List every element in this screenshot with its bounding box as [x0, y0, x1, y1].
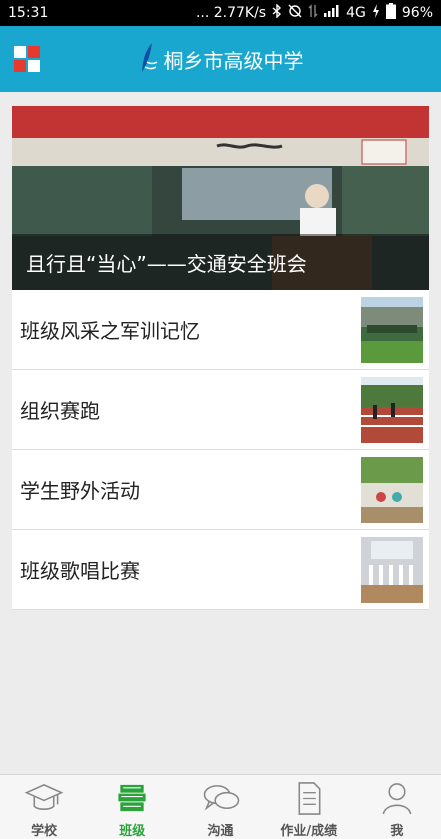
list-item[interactable]: 组织赛跑 [12, 370, 429, 450]
list-item[interactable]: 学生野外活动 [12, 450, 429, 530]
tab-communication-label: 沟通 [207, 824, 234, 839]
featured-article-title: 且行且“当心”——交通安全班会 [12, 234, 429, 290]
page-title: 桐乡市高级中学 [163, 48, 304, 73]
signal-icon [324, 5, 340, 21]
app-header: 桐乡市高级中学 [0, 26, 441, 92]
tab-school[interactable]: 学校 [0, 775, 88, 839]
bluetooth-icon [272, 3, 282, 22]
tab-homework-grades[interactable]: 作业/成绩 [265, 775, 353, 839]
menu-grid-button[interactable] [14, 46, 40, 72]
bottom-navigation: 学校 班级 沟通 作业/成绩 我 [0, 774, 441, 839]
battery-icon [385, 3, 396, 23]
charging-icon [372, 4, 380, 22]
tab-communication[interactable]: 沟通 [176, 775, 264, 839]
list-item-thumbnail [361, 536, 423, 603]
header-title-group: 桐乡市高级中学 [138, 42, 304, 76]
alarm-off-icon [288, 4, 302, 22]
battery-percent: 96% [401, 5, 433, 21]
list-item[interactable]: 班级风采之军训记忆 [12, 290, 429, 370]
list-item-thumbnail [361, 296, 423, 363]
network-type: 4G [346, 5, 366, 21]
status-time: 15:31 [8, 5, 49, 21]
list-item-title: 班级风采之军训记忆 [20, 319, 200, 343]
list-item-title: 学生野外活动 [20, 479, 140, 503]
list-item-thumbnail [361, 456, 423, 523]
tab-me-label: 我 [390, 824, 404, 839]
tab-homework-grades-label: 作业/成绩 [280, 824, 338, 839]
tab-me[interactable]: 我 [353, 775, 441, 839]
list-item[interactable]: 班级歌唱比赛 [12, 530, 429, 610]
list-item-title: 组织赛跑 [20, 399, 100, 423]
status-bar: 15:31 ... 2.77K/s 4G 96% [0, 0, 441, 26]
document-icon [298, 782, 321, 815]
books-icon [118, 784, 146, 812]
data-arrows-icon [308, 4, 318, 22]
list-item-title: 班级歌唱比赛 [20, 559, 140, 583]
graduation-cap-icon [24, 784, 64, 810]
tab-class-label: 班级 [119, 824, 146, 839]
person-icon [382, 783, 412, 815]
menu-square [14, 46, 26, 58]
menu-square [14, 60, 26, 72]
tab-school-label: 学校 [31, 824, 58, 839]
tab-class[interactable]: 班级 [88, 775, 176, 839]
news-list: 且行且“当心”——交通安全班会 班级风采之军训记忆 组织赛跑 学生野外活动 班级… [12, 106, 429, 610]
network-speed: ... 2.77K/s [195, 5, 267, 21]
featured-article[interactable]: 且行且“当心”——交通安全班会 [12, 106, 429, 290]
menu-square [28, 60, 40, 72]
chat-bubbles-icon [203, 785, 239, 811]
school-logo-icon [141, 43, 157, 72]
menu-square [28, 46, 40, 58]
list-item-thumbnail [361, 376, 423, 443]
